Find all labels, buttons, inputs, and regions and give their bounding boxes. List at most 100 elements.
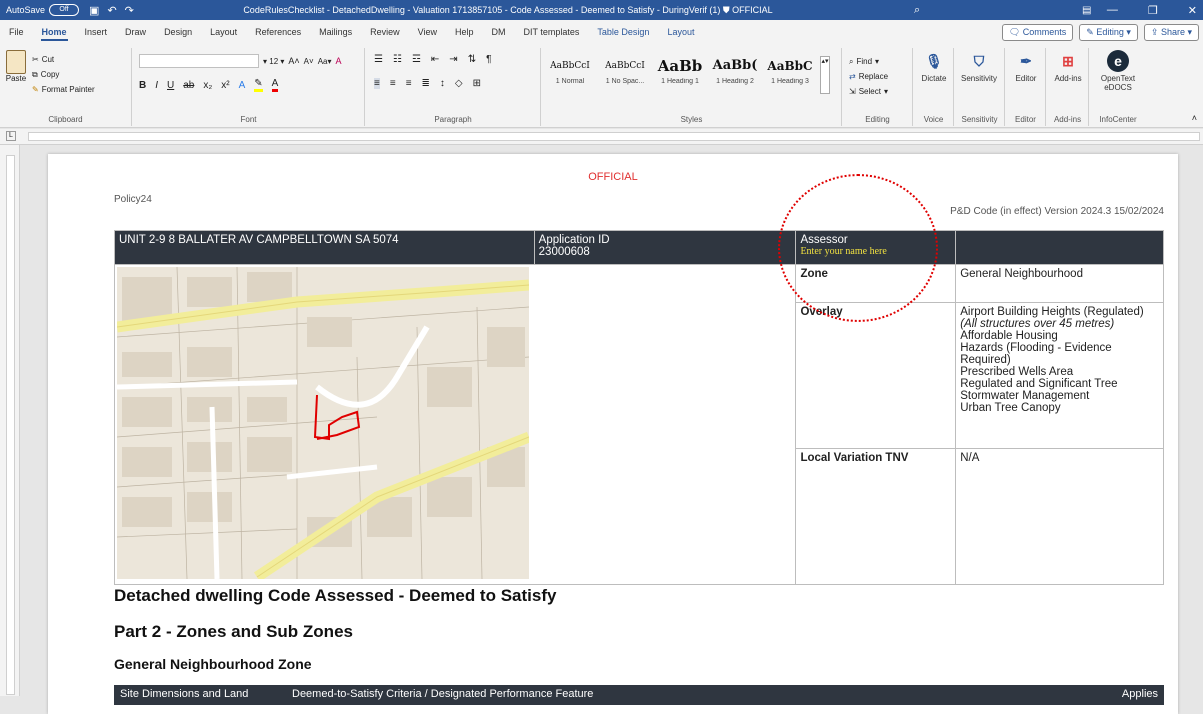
format-painter-button[interactable]: ✎ Format Painter — [32, 82, 95, 97]
italic-icon[interactable]: I — [155, 80, 158, 91]
numbering-icon[interactable]: ☷ — [393, 54, 402, 65]
shading-icon[interactable]: ◇ — [455, 78, 463, 89]
sort-icon[interactable]: ⇅ — [468, 54, 476, 65]
tab-layout[interactable]: Layout — [658, 20, 703, 44]
overlay-item: Prescribed Wells Area — [960, 366, 1074, 378]
vertical-ruler — [0, 145, 20, 696]
change-case-icon[interactable]: Aa▾ — [318, 57, 332, 66]
style-item[interactable]: AaBbCcI 1 No Spac... — [599, 54, 651, 98]
tab-dm[interactable]: DM — [483, 20, 515, 44]
opentext-edocs-button[interactable]: e OpenText eDOCS — [1098, 50, 1138, 92]
autosave-toggle[interactable]: Off — [49, 4, 80, 16]
subscript-icon[interactable]: x₂ — [203, 80, 212, 91]
vertical-ruler-track[interactable] — [6, 155, 15, 695]
style-item[interactable]: AaBb 1 Heading 1 — [654, 54, 706, 98]
autosave-control[interactable]: AutoSave Off — [6, 4, 80, 16]
text-effects-icon[interactable]: A — [239, 80, 246, 91]
minimize-icon[interactable]: — — [1107, 4, 1118, 17]
increase-indent-icon[interactable]: ⇥ — [449, 54, 457, 65]
highlight-icon[interactable]: ✎ — [254, 78, 263, 92]
sensitivity-shield-icon: ⛊ — [722, 4, 733, 15]
tab-review[interactable]: Review — [361, 20, 409, 44]
style-name: 1 Heading 2 — [716, 78, 754, 85]
justify-icon[interactable]: ≣ — [422, 78, 430, 89]
tab-home[interactable]: Home — [33, 20, 76, 44]
clear-format-icon[interactable]: A — [336, 56, 342, 66]
grow-font-icon[interactable]: A˄ — [288, 56, 299, 66]
comments-button[interactable]: 🗨 Comments — [1001, 23, 1074, 41]
style-item[interactable]: AaBbC 1 Heading 3 — [764, 54, 816, 98]
copy-button[interactable]: ⧉ Copy — [32, 67, 95, 82]
style-sample: AaBb( — [712, 58, 758, 73]
shrink-font-icon[interactable]: A˅ — [304, 57, 314, 66]
tab-dit-templates[interactable]: DIT templates — [515, 20, 589, 44]
column-header: Deemed-to-Satisfy Criteria / Designated … — [292, 688, 594, 700]
tab-references[interactable]: References — [246, 20, 310, 44]
style-item[interactable]: AaBbCcI 1 Normal — [544, 54, 596, 98]
decrease-indent-icon[interactable]: ⇤ — [431, 54, 439, 65]
sensitivity-label[interactable]: OFFICIAL — [732, 5, 773, 15]
style-sample: AaBb — [657, 57, 703, 75]
undo-icon[interactable]: ↶ — [107, 4, 116, 17]
style-item[interactable]: AaBb( 1 Heading 2 — [709, 54, 761, 98]
tab-file[interactable]: File — [0, 20, 33, 44]
close-icon[interactable]: ✕ — [1188, 4, 1197, 17]
horizontal-ruler: L — [0, 129, 1203, 145]
font-name-combo[interactable] — [139, 54, 259, 68]
tab-table-design[interactable]: Table Design — [588, 20, 658, 44]
show-marks-icon[interactable]: ¶ — [486, 54, 491, 65]
bullets-icon[interactable]: ☰ — [374, 54, 383, 65]
dictate-button[interactable]: 🎙 Dictate — [914, 50, 954, 83]
paste-button[interactable]: Paste — [4, 50, 28, 83]
tab-draw[interactable]: Draw — [116, 20, 155, 44]
superscript-icon[interactable]: x² — [221, 80, 229, 91]
application-label: Application ID — [538, 234, 610, 246]
tab-layout[interactable]: Layout — [201, 20, 246, 44]
ribbon-display-icon[interactable]: ▤ — [1082, 5, 1091, 16]
collapse-ribbon-icon[interactable]: ˄ — [1192, 113, 1197, 123]
strikethrough-icon[interactable]: ab — [183, 80, 194, 91]
voice-group: 🎙 Dictate Voice — [914, 48, 954, 126]
cut-button[interactable]: ✂ Cut — [32, 52, 95, 67]
align-center-icon[interactable]: ≡ — [390, 78, 396, 89]
document-page[interactable]: OFFICIAL Policy24 P&D Code (in effect) V… — [48, 154, 1178, 714]
editing-mode-button[interactable]: ✎ Editing ▾ — [1079, 23, 1138, 41]
borders-icon[interactable]: ⊞ — [473, 78, 481, 89]
editor-button[interactable]: ✒ Editor — [1006, 50, 1046, 83]
styles-scroll-icon[interactable]: ▴▾ — [820, 56, 830, 94]
redo-icon[interactable]: ↷ — [125, 4, 134, 17]
select-button[interactable]: ⇲ Select ▾ — [849, 84, 888, 99]
replace-icon: ⇄ — [849, 72, 856, 81]
local-variation-label: Local Variation TNV — [795, 448, 957, 585]
line-spacing-icon[interactable]: ↕ — [440, 78, 445, 89]
tab-view[interactable]: View — [409, 20, 446, 44]
address-cell: UNIT 2-9 8 BALLATER AV CAMPBELLTOWN SA 5… — [114, 230, 535, 265]
tab-design[interactable]: Design — [155, 20, 201, 44]
sensitivity-button[interactable]: ⛉ Sensitivity — [959, 50, 999, 83]
addins-button[interactable]: ⊞ Add-ins — [1048, 50, 1088, 83]
font-size-combo[interactable]: ▾ 12 ▾ — [263, 57, 284, 66]
share-button[interactable]: ⇪ Share ▾ — [1143, 23, 1199, 41]
search-icon[interactable]: ⌕ — [914, 4, 920, 17]
tab-help[interactable]: Help — [446, 20, 483, 44]
restore-icon[interactable]: ❐ — [1148, 4, 1158, 17]
save-icon[interactable]: ▣ — [89, 4, 99, 17]
align-right-icon[interactable]: ≡ — [406, 78, 412, 89]
font-group: ▾ 12 ▾ A˄ A˅ Aa▾ A B I U ab x₂ x² A ✎ A … — [133, 48, 365, 126]
find-button[interactable]: ⌕ Find ▾ — [849, 54, 888, 69]
font-color-icon[interactable]: A — [271, 78, 279, 92]
assessor-name-field[interactable]: Enter your name here — [800, 246, 951, 257]
addins-group: ⊞ Add-ins Add-ins — [1047, 48, 1089, 126]
bold-icon[interactable]: B — [139, 80, 146, 91]
tab-mailings[interactable]: Mailings — [310, 20, 361, 44]
editor-label: Editor — [1015, 115, 1036, 124]
multilevel-list-icon[interactable]: ☲ — [412, 54, 421, 65]
tab-insert[interactable]: Insert — [76, 20, 117, 44]
ruler-track[interactable] — [28, 132, 1200, 141]
sensitivity-group-label: Sensitivity — [961, 115, 998, 124]
replace-button[interactable]: ⇄ Replace — [849, 69, 888, 84]
tab-selector-icon[interactable]: L — [6, 131, 16, 141]
underline-icon[interactable]: U — [167, 80, 174, 91]
title-bar: AutoSave Off ▣ ↶ ↷ CodeRulesChecklist - … — [0, 0, 1203, 20]
align-left-icon[interactable]: ≡ — [374, 78, 380, 89]
